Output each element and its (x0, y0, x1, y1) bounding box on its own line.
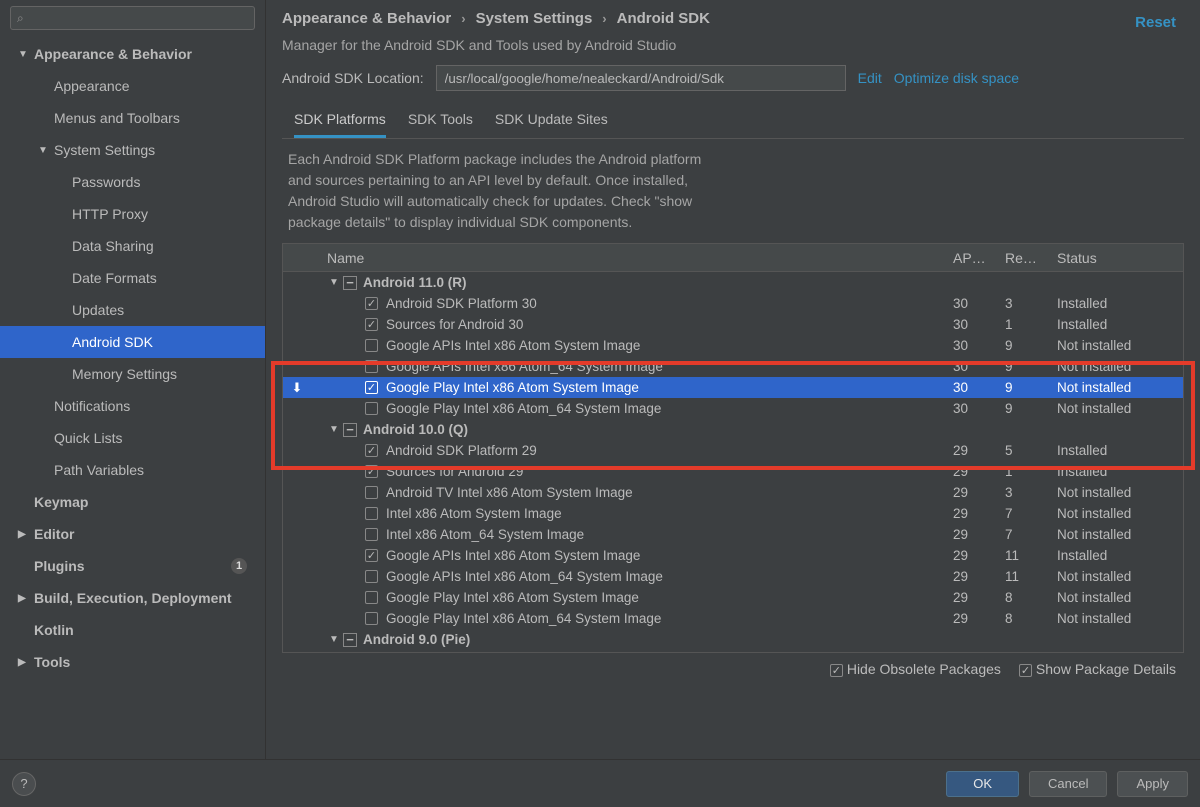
sidebar-item[interactable]: Keymap (0, 486, 265, 518)
sidebar-item[interactable]: Plugins1 (0, 550, 265, 582)
settings-tree: ▼Appearance & BehaviorAppearanceMenus an… (0, 38, 265, 759)
package-row[interactable]: Sources for Android 29291Installed (283, 461, 1183, 482)
sidebar-item[interactable]: Android SDK (0, 326, 265, 358)
expand-icon: ▼ (329, 424, 341, 435)
reset-link[interactable]: Reset (1135, 14, 1184, 31)
package-row[interactable]: Google APIs Intel x86 Atom System Image3… (283, 335, 1183, 356)
checkbox[interactable] (365, 570, 378, 583)
checkbox[interactable] (365, 402, 378, 415)
minus-icon: − (343, 423, 357, 437)
breadcrumb: Appearance & Behavior› System Settings› … (282, 8, 710, 37)
package-row[interactable]: Android SDK Platform 29295Installed (283, 440, 1183, 461)
sidebar-item[interactable]: Memory Settings (0, 358, 265, 390)
apply-button[interactable]: Apply (1117, 771, 1188, 797)
help-icon: ? (20, 776, 27, 791)
platform-group-row[interactable]: ▼−Android 11.0 (R) (283, 272, 1183, 293)
sidebar-item[interactable]: HTTP Proxy (0, 198, 265, 230)
sidebar-item[interactable]: Path Variables (0, 454, 265, 486)
chevron-right-icon: › (461, 11, 465, 26)
sidebar-item[interactable]: Passwords (0, 166, 265, 198)
tab-sdk-update-sites[interactable]: SDK Update Sites (495, 105, 608, 138)
page-subtitle: Manager for the Android SDK and Tools us… (282, 37, 1184, 53)
platform-group-row[interactable]: ▼−Android 10.0 (Q) (283, 419, 1183, 440)
tab-sdk-platforms[interactable]: SDK Platforms (294, 105, 386, 138)
expand-icon: ▼ (38, 145, 50, 156)
package-row[interactable]: Intel x86 Atom System Image297Not instal… (283, 503, 1183, 524)
sdk-location-input[interactable] (436, 65, 846, 91)
edit-link[interactable]: Edit (858, 70, 882, 86)
expand-icon: ▶ (18, 593, 30, 604)
sidebar-item[interactable]: Data Sharing (0, 230, 265, 262)
package-row[interactable]: Intel x86 Atom_64 System Image297Not ins… (283, 524, 1183, 545)
checkbox[interactable] (365, 381, 378, 394)
expand-icon: ▶ (18, 657, 30, 668)
checkbox[interactable] (365, 318, 378, 331)
sidebar-item[interactable]: ▼System Settings (0, 134, 265, 166)
package-row[interactable]: Sources for Android 30301Installed (283, 314, 1183, 335)
expand-icon: ▼ (329, 277, 341, 288)
checkbox[interactable] (365, 444, 378, 457)
sdk-tabs: SDK Platforms SDK Tools SDK Update Sites (282, 105, 1184, 139)
package-row[interactable]: Android TV Intel x86 Atom System Image29… (283, 482, 1183, 503)
expand-icon: ▼ (329, 634, 341, 645)
show-package-details-checkbox[interactable]: Show Package Details (1019, 661, 1176, 677)
package-row[interactable]: Google APIs Intel x86 Atom_64 System Ima… (283, 356, 1183, 377)
search-input[interactable] (10, 6, 255, 30)
sidebar-item[interactable]: Date Formats (0, 262, 265, 294)
sidebar-item[interactable]: ▶Tools (0, 646, 265, 678)
sidebar-item[interactable]: Menus and Toolbars (0, 102, 265, 134)
ok-button[interactable]: OK (946, 771, 1019, 797)
tab-sdk-tools[interactable]: SDK Tools (408, 105, 473, 138)
help-button[interactable]: ? (12, 772, 36, 796)
sidebar-item[interactable]: Updates (0, 294, 265, 326)
checkbox[interactable] (365, 297, 378, 310)
chevron-right-icon: › (602, 11, 606, 26)
cancel-button[interactable]: Cancel (1029, 771, 1107, 797)
package-row[interactable]: Android SDK Platform 30303Installed (283, 293, 1183, 314)
checkbox[interactable] (365, 360, 378, 373)
sidebar-item[interactable]: Notifications (0, 390, 265, 422)
package-row[interactable]: Google APIs Intel x86 Atom System Image2… (283, 545, 1183, 566)
checkbox[interactable] (365, 507, 378, 520)
sidebar-item[interactable]: Kotlin (0, 614, 265, 646)
col-rev[interactable]: Re… (1005, 250, 1057, 266)
checkbox[interactable] (365, 486, 378, 499)
col-api[interactable]: AP… (953, 250, 1005, 266)
hide-obsolete-checkbox[interactable]: Hide Obsolete Packages (830, 661, 1001, 677)
settings-sidebar: ▼Appearance & BehaviorAppearanceMenus an… (0, 0, 266, 759)
package-row[interactable]: Google Play Intel x86 Atom System Image2… (283, 587, 1183, 608)
sidebar-item[interactable]: Quick Lists (0, 422, 265, 454)
expand-icon: ▶ (18, 529, 30, 540)
minus-icon: − (343, 276, 357, 290)
sidebar-item[interactable]: ▶Build, Execution, Deployment (0, 582, 265, 614)
sidebar-item[interactable]: ▼Appearance & Behavior (0, 38, 265, 70)
platform-group-row[interactable]: ▼−Android 9.0 (Pie) (283, 629, 1183, 650)
minus-icon: − (343, 633, 357, 647)
content-pane: Appearance & Behavior› System Settings› … (266, 0, 1200, 759)
checkbox[interactable] (365, 612, 378, 625)
sidebar-item[interactable]: Appearance (0, 70, 265, 102)
col-status[interactable]: Status (1057, 250, 1183, 266)
dialog-button-bar: ? OK Cancel Apply (0, 759, 1200, 807)
package-row[interactable]: ⬇Google Play Intel x86 Atom System Image… (283, 377, 1183, 398)
checkbox[interactable] (365, 465, 378, 478)
checkbox[interactable] (365, 549, 378, 562)
count-badge: 1 (231, 558, 247, 574)
sdk-location-label: Android SDK Location: (282, 70, 424, 86)
col-name[interactable]: Name (283, 250, 953, 266)
checkbox[interactable] (365, 528, 378, 541)
checkbox[interactable] (365, 339, 378, 352)
checkbox[interactable] (365, 591, 378, 604)
sdk-table: Name AP… Re… Status ▼−Android 11.0 (R)An… (282, 243, 1184, 653)
package-row[interactable]: Google Play Intel x86 Atom_64 System Ima… (283, 398, 1183, 419)
expand-icon: ▼ (18, 49, 30, 60)
sidebar-item[interactable]: ▶Editor (0, 518, 265, 550)
download-icon: ⬇ (292, 380, 303, 396)
optimize-disk-link[interactable]: Optimize disk space (894, 70, 1019, 86)
package-row[interactable]: Google Play Intel x86 Atom_64 System Ima… (283, 608, 1183, 629)
package-row[interactable]: Google APIs Intel x86 Atom_64 System Ima… (283, 566, 1183, 587)
tab-description: Each Android SDK Platform package includ… (282, 139, 712, 243)
